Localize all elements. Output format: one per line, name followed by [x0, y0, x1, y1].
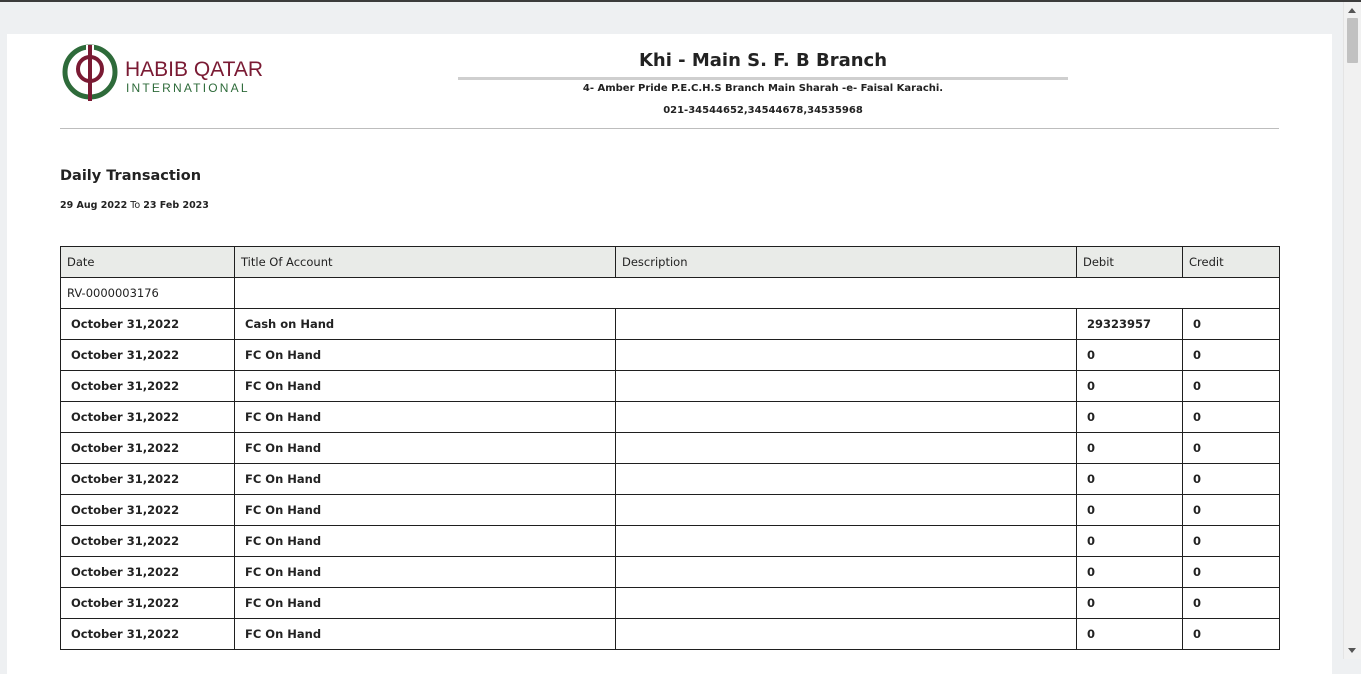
column-header-debit: Debit [1076, 246, 1183, 278]
row-description [615, 370, 1077, 402]
row-credit: 0 [1182, 525, 1280, 557]
table-row: October 31,2022 FC On Hand 0 0 [60, 370, 1280, 402]
logo-wordmark: HABIB QATAR [125, 58, 264, 81]
column-header-title-of-account: Title Of Account [234, 246, 616, 278]
column-header-description: Description [615, 246, 1077, 278]
date-range: 29 Aug 2022 To 23 Feb 2023 [60, 200, 209, 212]
branch-phone: 021-34544652,34544678,34535968 [663, 105, 863, 116]
row-description [615, 494, 1077, 526]
row-date: October 31,2022 [60, 370, 235, 402]
report-title: Daily Transaction [60, 168, 202, 184]
table-row: October 31,2022 FC On Hand 0 0 [60, 432, 1280, 464]
row-credit: 0 [1182, 308, 1280, 340]
row-title-of-account: FC On Hand [234, 339, 616, 371]
row-credit: 0 [1182, 494, 1280, 526]
row-description [615, 401, 1077, 433]
row-debit: 0 [1076, 463, 1183, 495]
branch-address: 4- Amber Pride P.E.C.H.S Branch Main Sha… [582, 83, 944, 94]
row-debit: 0 [1076, 432, 1183, 464]
row-date: October 31,2022 [60, 556, 235, 588]
date-to: 23 Feb 2023 [143, 200, 209, 211]
header-divider [60, 128, 1279, 129]
branch-title: Khi - Main S. F. B Branch [638, 50, 888, 71]
hqi-logo-icon [62, 44, 118, 101]
row-description [615, 339, 1077, 371]
row-date: October 31,2022 [60, 525, 235, 557]
row-date: October 31,2022 [60, 339, 235, 371]
row-description [615, 587, 1077, 619]
row-credit: 0 [1182, 370, 1280, 402]
row-credit: 0 [1182, 401, 1280, 433]
transaction-table: Date Title Of Account Description Debit … [60, 246, 1280, 650]
row-description [615, 432, 1077, 464]
row-title-of-account: FC On Hand [234, 525, 616, 557]
table-row: October 31,2022 FC On Hand 0 0 [60, 587, 1280, 619]
row-credit: 0 [1182, 587, 1280, 619]
row-debit: 0 [1076, 587, 1183, 619]
row-description [615, 525, 1077, 557]
table-row: October 31,2022 FC On Hand 0 0 [60, 339, 1280, 371]
table-header-row: Date Title Of Account Description Debit … [60, 246, 1280, 278]
row-title-of-account: Cash on Hand [234, 308, 616, 340]
row-title-of-account: FC On Hand [234, 370, 616, 402]
row-date: October 31,2022 [60, 587, 235, 619]
row-title-of-account: FC On Hand [234, 587, 616, 619]
branch-title-underline [458, 77, 1068, 80]
row-description [615, 463, 1077, 495]
row-title-of-account: FC On Hand [234, 463, 616, 495]
row-debit: 0 [1076, 494, 1183, 526]
row-description [615, 618, 1077, 650]
arrow-up-icon[interactable] [1348, 8, 1356, 13]
column-header-date: Date [60, 246, 235, 278]
date-from: 29 Aug 2022 [60, 200, 128, 211]
row-title-of-account: FC On Hand [234, 618, 616, 650]
row-debit: 0 [1076, 525, 1183, 557]
column-header-credit: Credit [1182, 246, 1280, 278]
voucher-row-spacer [234, 277, 1280, 309]
arrow-down-icon[interactable] [1348, 648, 1356, 653]
vertical-scrollbar[interactable] [1343, 2, 1361, 659]
row-date: October 31,2022 [60, 432, 235, 464]
row-date: October 31,2022 [60, 463, 235, 495]
row-debit: 0 [1076, 339, 1183, 371]
table-row: October 31,2022 FC On Hand 0 0 [60, 401, 1280, 433]
table-row: October 31,2022 FC On Hand 0 0 [60, 463, 1280, 495]
company-logo: HABIB QATAR INTERNATIONAL [60, 42, 264, 104]
row-debit: 0 [1076, 401, 1183, 433]
row-description [615, 556, 1077, 588]
table-row: October 31,2022 FC On Hand 0 0 [60, 525, 1280, 557]
row-date: October 31,2022 [60, 494, 235, 526]
row-description [615, 308, 1077, 340]
row-date: October 31,2022 [60, 401, 235, 433]
row-credit: 0 [1182, 339, 1280, 371]
row-credit: 0 [1182, 432, 1280, 464]
row-title-of-account: FC On Hand [234, 401, 616, 433]
report-page: HABIB QATAR INTERNATIONAL Khi - Main S. … [7, 34, 1332, 674]
row-title-of-account: FC On Hand [234, 432, 616, 464]
logo-subtitle: INTERNATIONAL [126, 81, 250, 95]
voucher-number: RV-0000003176 [60, 277, 235, 309]
date-to-word: To [130, 200, 141, 211]
row-title-of-account: FC On Hand [234, 556, 616, 588]
row-credit: 0 [1182, 463, 1280, 495]
row-debit: 0 [1076, 618, 1183, 650]
table-row: October 31,2022 FC On Hand 0 0 [60, 494, 1280, 526]
row-date: October 31,2022 [60, 308, 235, 340]
row-date: October 31,2022 [60, 618, 235, 650]
row-title-of-account: FC On Hand [234, 494, 616, 526]
row-credit: 0 [1182, 618, 1280, 650]
scrollbar-thumb[interactable] [1347, 18, 1358, 63]
voucher-row: RV-0000003176 [60, 277, 1280, 309]
row-debit: 0 [1076, 556, 1183, 588]
row-debit: 0 [1076, 370, 1183, 402]
row-credit: 0 [1182, 556, 1280, 588]
table-row: October 31,2022 Cash on Hand 29323957 0 [60, 308, 1280, 340]
row-debit: 29323957 [1076, 308, 1183, 340]
table-row: October 31,2022 FC On Hand 0 0 [60, 618, 1280, 650]
table-row: October 31,2022 FC On Hand 0 0 [60, 556, 1280, 588]
window-top-border [0, 0, 1361, 2]
